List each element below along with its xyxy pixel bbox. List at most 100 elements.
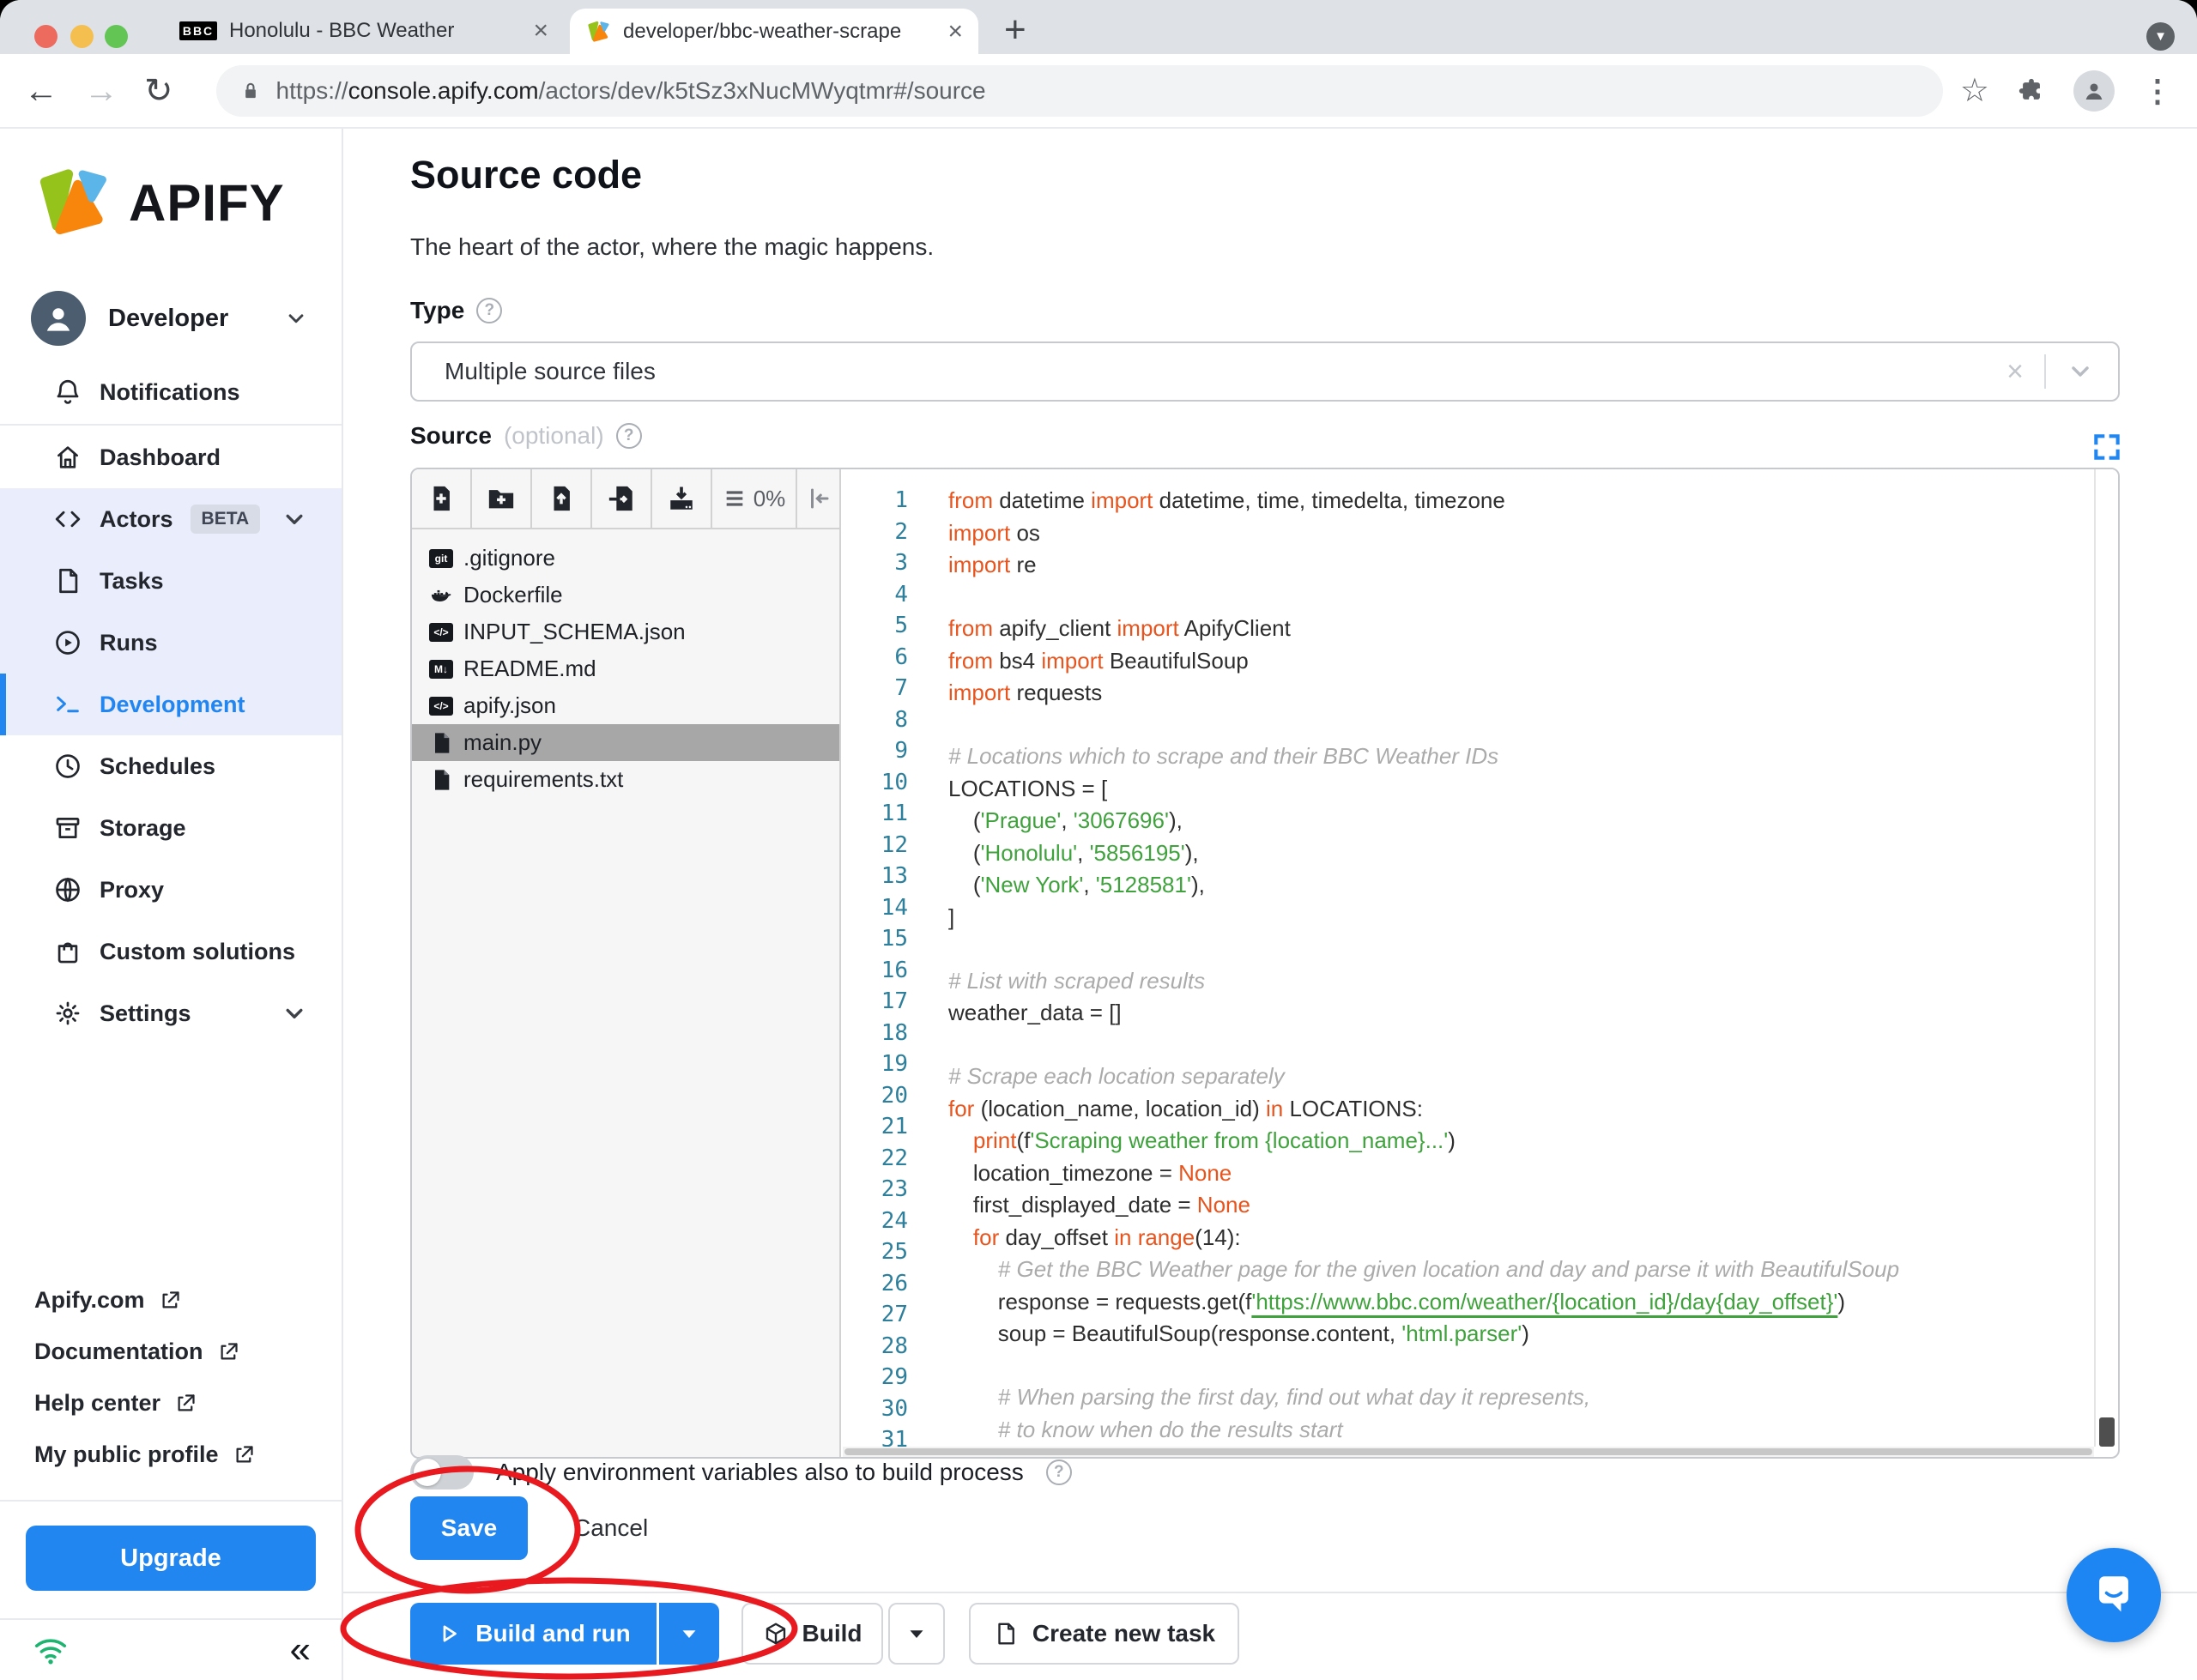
menu-dots-icon[interactable]: ⋮ — [2142, 73, 2173, 109]
chevron-down-icon[interactable] — [2067, 358, 2094, 385]
sidebar-item-development[interactable]: Development — [0, 674, 342, 735]
file-item-readme.md[interactable]: M↓ README.md — [412, 650, 839, 687]
file-item-main.py[interactable]: main.py — [412, 724, 839, 761]
window-close-button[interactable] — [34, 25, 57, 48]
help-icon[interactable]: ? — [615, 423, 642, 449]
file-list: git .gitignore Dockerfile </> INPUT_SCHEMA.j… — [412, 529, 839, 798]
file-item-requirements.txt[interactable]: requirements.txt — [412, 761, 839, 798]
sidebar-item-dashboard[interactable]: Dashboard — [0, 426, 342, 488]
beta-badge: BETA — [190, 505, 261, 534]
code-line: from bs4 import BeautifulSoup — [948, 647, 1249, 674]
code-line: # Locations which to scrape and their BB… — [948, 743, 1499, 769]
file-icon — [429, 731, 453, 755]
sidebar-item-proxy[interactable]: Proxy — [0, 859, 342, 921]
cancel-button[interactable]: Cancel — [573, 1496, 648, 1560]
tab-bbc-weather[interactable]: BBC Honolulu - BBC Weather × — [167, 10, 560, 51]
address-input[interactable]: https://console.apify.com/actors/dev/k5t… — [215, 64, 1943, 117]
scrollbar-handle[interactable] — [2099, 1417, 2115, 1447]
sidebar-link-apify-com[interactable]: Apify.com — [0, 1274, 342, 1326]
sidebar-item-settings[interactable]: Settings — [0, 982, 342, 1044]
help-icon[interactable]: ? — [476, 298, 503, 323]
link-label: My public profile — [34, 1441, 219, 1467]
code-line: print(f'Scraping weather from {location_… — [972, 1127, 1456, 1153]
line-number: 6 — [894, 644, 908, 670]
save-button[interactable]: Save — [410, 1496, 528, 1560]
sidebar-link-my-public-profile[interactable]: My public profile — [0, 1429, 342, 1480]
vertical-scrollbar[interactable] — [2094, 469, 2118, 1447]
markdown-icon: M↓ — [429, 657, 453, 681]
file-item-.gitignore[interactable]: git .gitignore — [412, 540, 839, 577]
apify-logo[interactable]: APIFY — [31, 161, 285, 244]
file-item-input_schema.json[interactable]: </> INPUT_SCHEMA.json — [412, 613, 839, 650]
type-label-text: Type — [410, 297, 465, 323]
code-editor[interactable]: 1 2 3 4 5 6 7 8 9 10 11 12 13 14 15 16 17 18 19 20 21 22 23 24 2… — [843, 469, 2094, 1447]
sidebar-item-runs[interactable]: Runs — [0, 612, 342, 674]
upgrade-button[interactable]: Upgrade — [26, 1526, 316, 1591]
code-line: ] — [948, 903, 955, 930]
chevron-down-icon — [280, 505, 309, 534]
chevron-down-icon — [280, 999, 309, 1028]
import-file-button[interactable] — [592, 469, 652, 528]
build-button[interactable]: Build — [741, 1603, 883, 1665]
sidebar-link-help-center[interactable]: Help center — [0, 1377, 342, 1429]
sidebar-link-documentation[interactable]: Documentation — [0, 1326, 342, 1377]
sidebar-item-tasks[interactable]: Tasks — [0, 550, 342, 612]
code-line: # List with scraped results — [948, 967, 1206, 994]
reload-icon[interactable]: ↻ — [144, 74, 173, 108]
window-zoom-button[interactable] — [105, 25, 128, 48]
sidebar-item-schedules[interactable]: Schedules — [0, 735, 342, 797]
build-and-run-dropdown-button[interactable] — [659, 1603, 719, 1665]
sidebar-item-storage[interactable]: Storage — [0, 797, 342, 859]
close-icon[interactable]: × — [947, 18, 963, 45]
file-item-dockerfile[interactable]: Dockerfile — [412, 577, 839, 613]
account-switcher[interactable]: Developer — [31, 287, 342, 349]
type-select[interactable]: Multiple source files × — [410, 341, 2120, 402]
back-icon[interactable]: ← — [24, 74, 58, 108]
env-vars-toggle[interactable] — [410, 1455, 474, 1490]
browser-profile-avatar[interactable] — [2073, 69, 2115, 112]
zoom-level-control[interactable]: 0% — [712, 469, 797, 528]
file-tree: 0% git .gitignore Dockerfile </> INPUT_SCHEM… — [412, 469, 841, 1457]
sidebar-item-label: Runs — [100, 629, 158, 656]
fullscreen-icon[interactable] — [2091, 431, 2123, 463]
create-new-task-button[interactable]: Create new task — [969, 1603, 1239, 1665]
code-line: first_displayed_date = None — [948, 1192, 1250, 1218]
code-line: # Scrape each location separately — [948, 1063, 1285, 1089]
help-icon[interactable]: ? — [1045, 1459, 1072, 1485]
file-name: main.py — [463, 729, 542, 755]
page-subtitle: The heart of the actor, where the magic … — [410, 233, 935, 260]
sidebar-item-actors[interactable]: Actors BETA — [0, 488, 342, 550]
chat-widget-button[interactable] — [2067, 1548, 2161, 1642]
sidebar-item-notifications[interactable]: Notifications — [0, 361, 342, 423]
person-icon — [2080, 77, 2108, 105]
upload-file-button[interactable] — [532, 469, 592, 528]
new-tab-button[interactable]: + — [1004, 9, 1026, 51]
sidebar-item-custom-solutions[interactable]: Custom solutions — [0, 921, 342, 982]
bookmark-star-icon[interactable]: ☆ — [1960, 71, 1989, 110]
clear-icon[interactable]: × — [2006, 355, 2024, 389]
build-and-run-button[interactable]: Build and run — [410, 1603, 657, 1665]
link-label: Apify.com — [34, 1286, 145, 1313]
new-folder-button[interactable] — [472, 469, 532, 528]
sidebar-item-label: Custom solutions — [100, 938, 295, 964]
extensions-puzzle-icon[interactable] — [2017, 76, 2046, 106]
toggle-knob — [414, 1459, 441, 1486]
line-number: 27 — [881, 1302, 908, 1327]
build-dropdown-button[interactable] — [888, 1603, 945, 1665]
collapse-sidebar-icon[interactable]: « — [290, 1631, 311, 1669]
forward-icon[interactable]: → — [84, 74, 118, 108]
tab-apify-console[interactable]: developer/bbc-weather-scrape × — [570, 9, 978, 54]
tab-search-button[interactable]: ▼ — [2146, 22, 2175, 51]
bag-icon — [53, 937, 82, 966]
git-icon: git — [429, 547, 453, 571]
close-icon[interactable]: × — [533, 18, 548, 44]
line-numbers: 1 2 3 4 5 6 7 8 9 10 11 12 13 14 15 16 17 18 19 20 21 22 23 24 2… — [843, 485, 908, 1447]
download-button[interactable] — [652, 469, 712, 528]
account-name: Developer — [108, 304, 229, 332]
new-file-button[interactable] — [412, 469, 472, 528]
window-minimize-button[interactable] — [70, 25, 94, 48]
collapse-tree-button[interactable] — [797, 469, 839, 528]
hscrollbar-handle[interactable] — [844, 1448, 2092, 1455]
file-item-apify.json[interactable]: </> apify.json — [412, 687, 839, 724]
